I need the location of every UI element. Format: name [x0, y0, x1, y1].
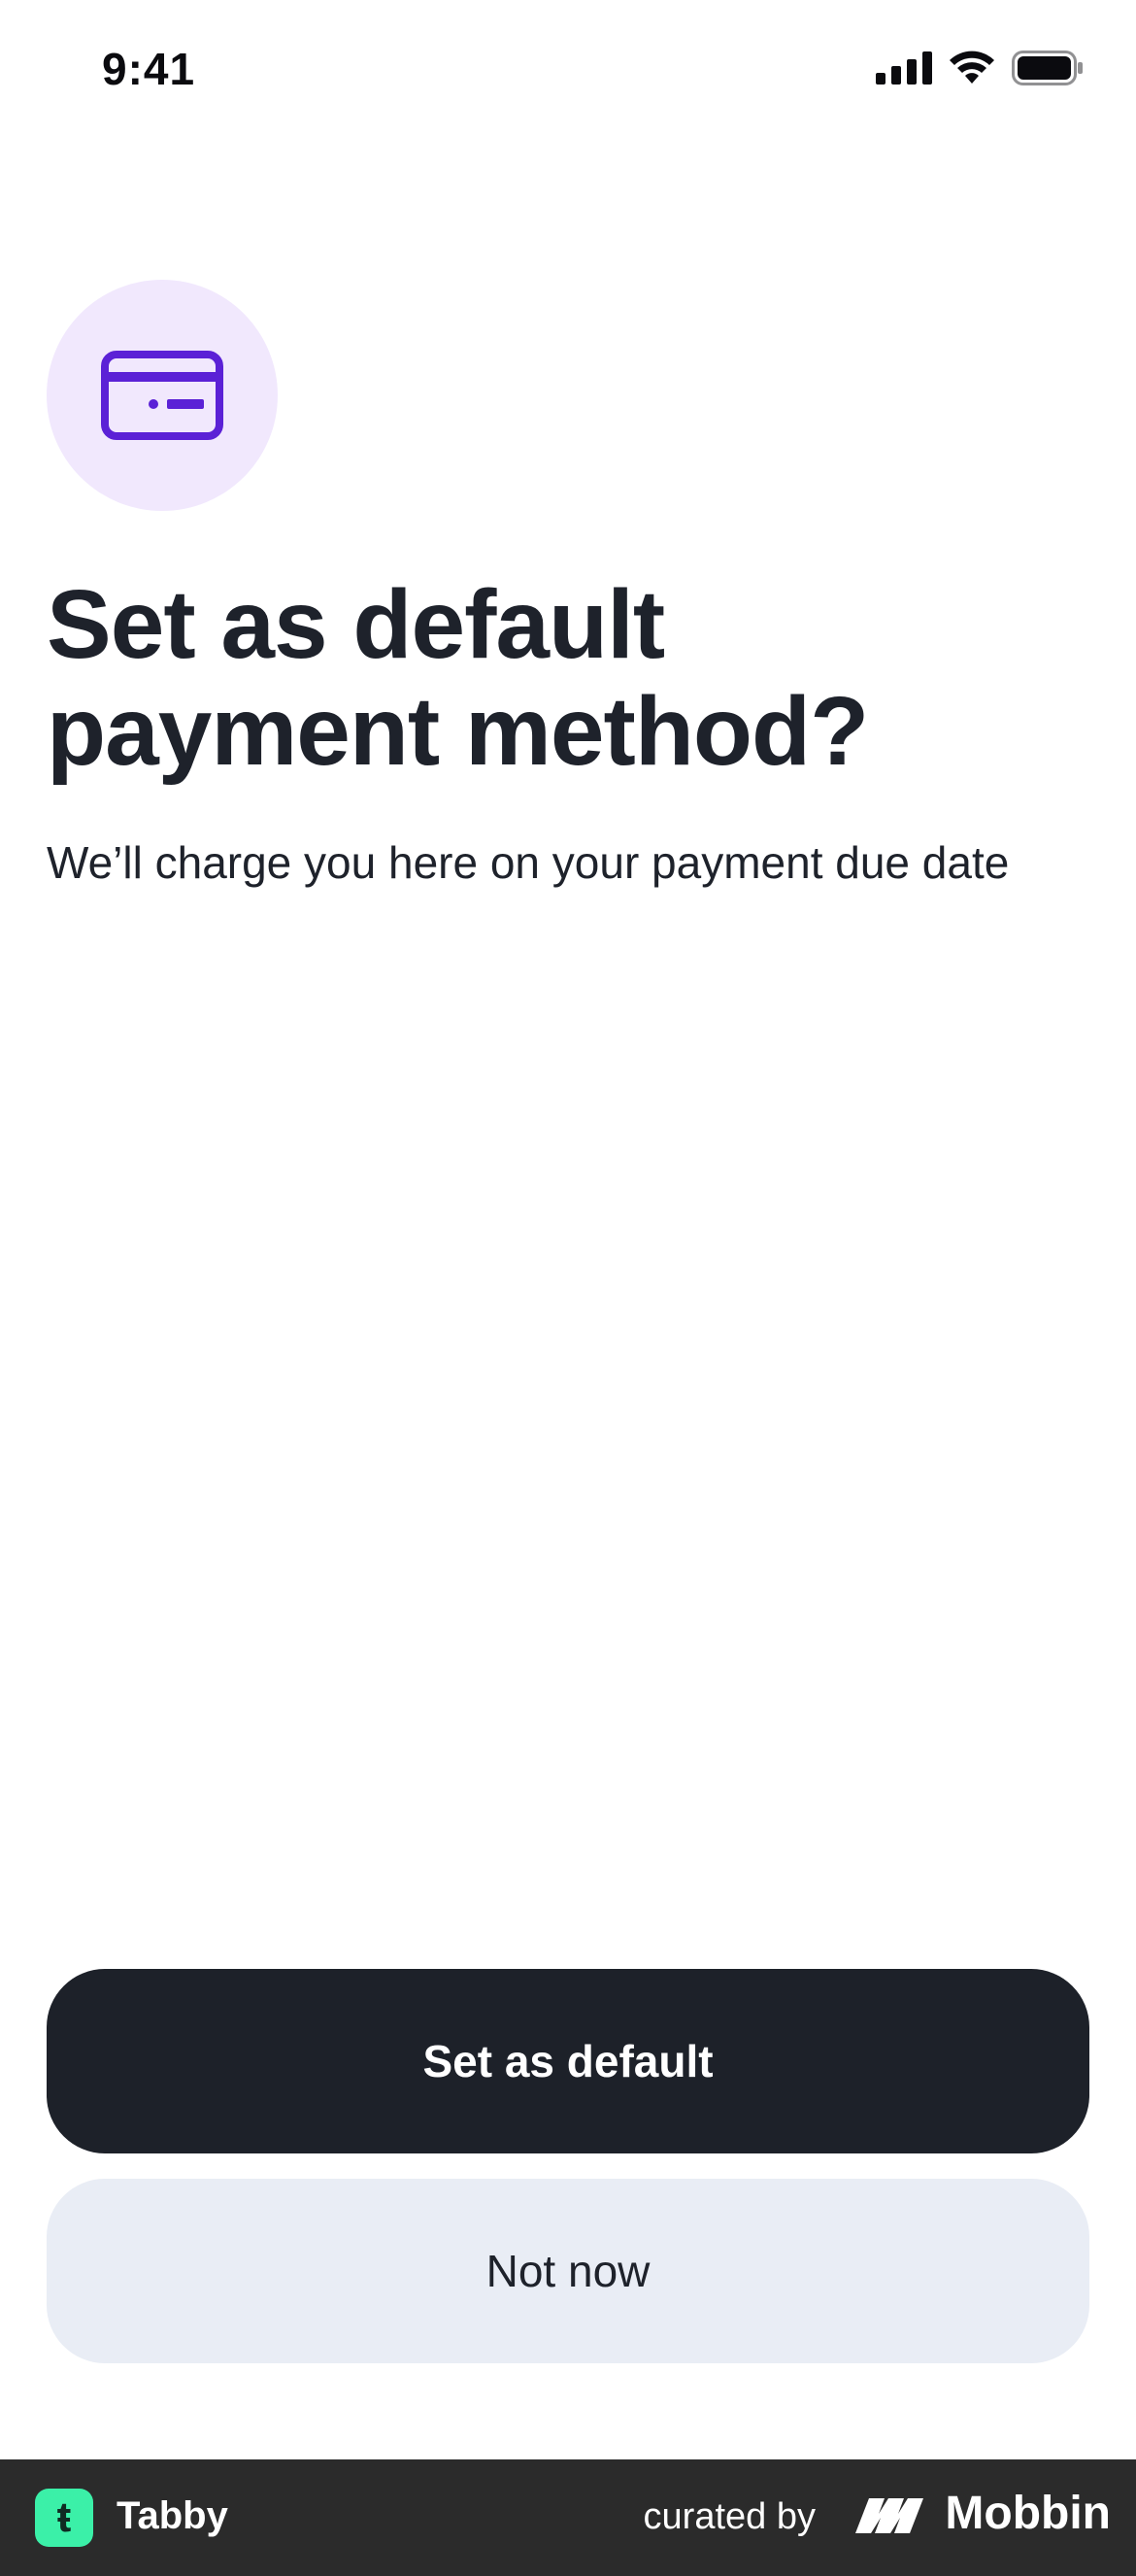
not-now-button[interactable]: Not now [47, 2179, 1089, 2363]
screen: 9:41 Set as default payment method? We’l… [0, 0, 1136, 2459]
mobbin-logo-icon [855, 2497, 924, 2533]
page-subtitle: We’ll charge you here on your payment du… [47, 837, 1010, 888]
footer-brand: Mobbin [855, 2487, 1111, 2540]
attribution-footer: ŧ Tabby curated by Mobbin [0, 2459, 1136, 2576]
status-bar: 9:41 [0, 0, 1136, 146]
page-title-line-2: payment method? [47, 677, 869, 786]
tabby-logo-icon: ŧ [35, 2489, 93, 2547]
signal-icon [876, 51, 932, 85]
footer-curated-by: curated by [643, 2496, 816, 2537]
wifi-icon [950, 51, 994, 84]
page-title: Set as default payment method? [47, 571, 1076, 785]
credit-card-icon [101, 351, 223, 440]
battery-icon [1012, 51, 1083, 85]
hero-icon-circle [47, 280, 278, 511]
footer-brand-name: Mobbin [945, 2488, 1111, 2539]
footer-app-name: Tabby [117, 2494, 228, 2537]
set-as-default-button[interactable]: Set as default [47, 1969, 1089, 2153]
status-icons [876, 51, 1084, 85]
status-time: 9:41 [102, 44, 196, 94]
page-title-line-1: Set as default [47, 570, 665, 679]
